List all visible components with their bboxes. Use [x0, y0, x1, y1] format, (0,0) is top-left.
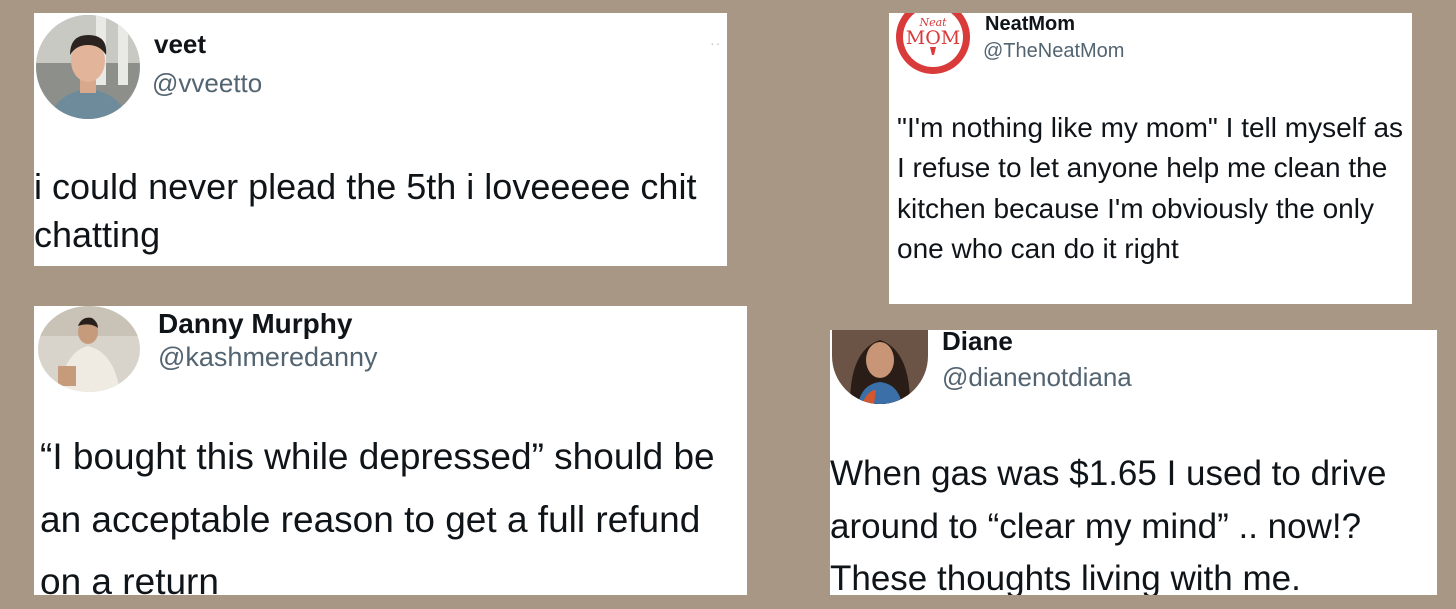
display-name[interactable]: Diane	[942, 330, 1013, 357]
svg-text:MOM: MOM	[906, 27, 961, 49]
more-options-icon[interactable]: ··	[710, 35, 721, 51]
profile-photo-icon	[832, 330, 928, 404]
profile-photo-icon	[36, 15, 140, 119]
tweet-card-danny-murphy: Danny Murphy @kashmeredanny “I bought th…	[34, 306, 747, 595]
neatmom-logo-icon: Neat MOM	[896, 13, 970, 74]
tweet-card-neatmom: Neat MOM NeatMom @TheNeatMom "I'm nothin…	[889, 13, 1412, 304]
user-handle[interactable]: @vveetto	[152, 68, 262, 99]
avatar-neatmom[interactable]: Neat MOM	[895, 13, 971, 75]
tweet-text: "I'm nothing like my mom" I tell myself …	[897, 112, 1404, 264]
user-handle[interactable]: @dianenotdiana	[942, 362, 1132, 393]
user-handle[interactable]: @kashmeredanny	[158, 342, 378, 373]
display-name[interactable]: veet	[154, 29, 206, 60]
tweet-text: i could never plead the 5th i loveeeee c…	[34, 166, 697, 255]
display-name[interactable]: NeatMom	[985, 13, 1075, 36]
tweet-card-veet: veet @vveetto ·· i could never plead the…	[34, 13, 727, 266]
tweet-text: When gas was $1.65 I used to drive aroun…	[830, 454, 1387, 595]
tweet-text: “I bought this while depressed” should b…	[40, 436, 715, 595]
avatar-veet[interactable]	[36, 15, 140, 119]
profile-photo-icon	[38, 306, 140, 392]
avatar-diane[interactable]	[832, 330, 928, 404]
tweet-card-diane: Diane @dianenotdiana When gas was $1.65 …	[830, 330, 1437, 595]
avatar-danny-murphy[interactable]	[38, 306, 140, 392]
display-name[interactable]: Danny Murphy	[158, 308, 352, 340]
user-handle[interactable]: @TheNeatMom	[983, 40, 1124, 63]
